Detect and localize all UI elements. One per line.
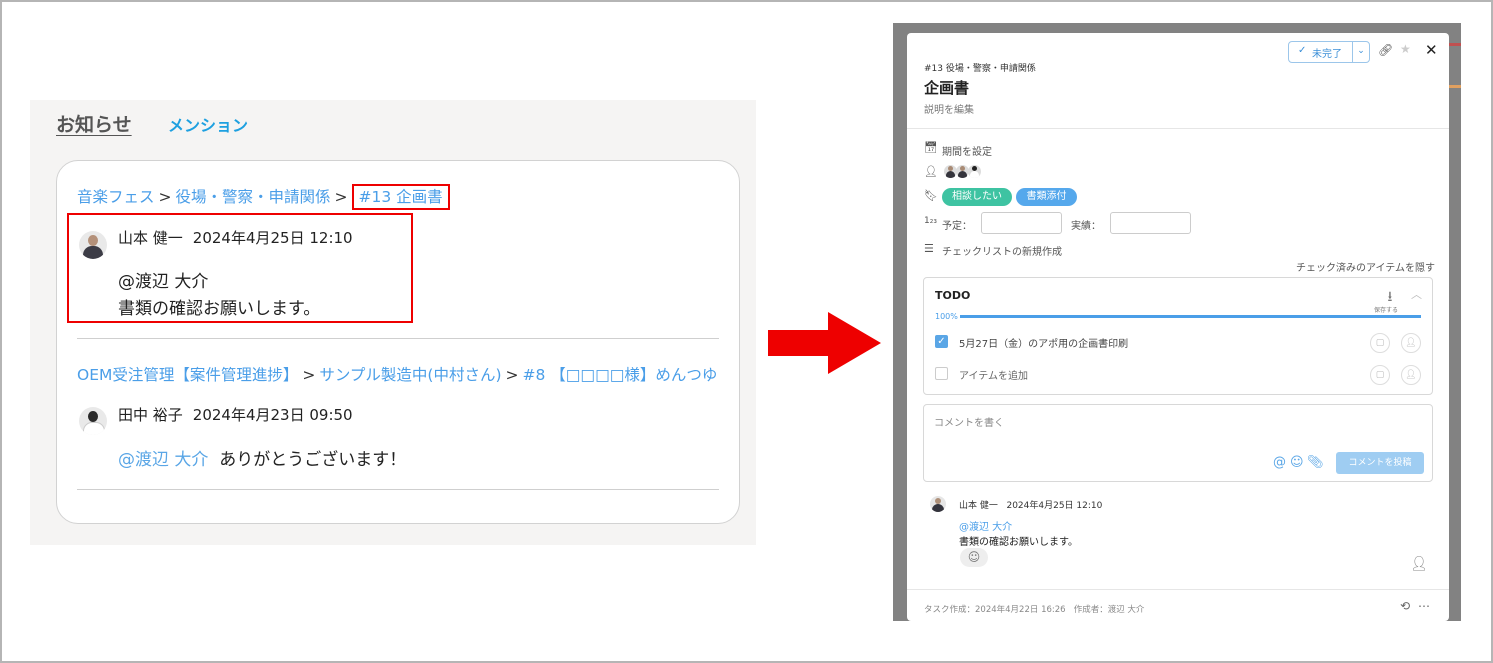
breadcrumb-task-link[interactable]: #8 【□□□□様】めんつゆ [523, 366, 718, 384]
backdrop-accent [1449, 85, 1461, 88]
creator-name: 渡辺 大介 [1107, 605, 1145, 615]
breadcrumb-project-link[interactable]: 音楽フェス [77, 188, 155, 206]
actual-label: 実績： [1071, 221, 1101, 232]
save-label[interactable]: 保存する [1374, 305, 1398, 314]
comment-author: 山本 健一 [959, 501, 998, 511]
hide-checked-link[interactable]: チェック済みのアイテムを隠す [1296, 259, 1435, 274]
message-text: ありがとうございます！ [219, 450, 407, 470]
breadcrumb-list-link[interactable]: サンプル製造中(中村さん) [319, 366, 501, 384]
planned-label: 予定： [942, 221, 972, 232]
emoji-icon[interactable]: ☺ [1290, 455, 1304, 470]
user-icon[interactable]: 👤︎ [1401, 365, 1421, 385]
breadcrumb-separator: > [334, 188, 348, 206]
status-label: 未完了 [1312, 49, 1342, 60]
tag-consult[interactable]: 相談したい [942, 188, 1012, 206]
comment-input[interactable]: コメントを書く @ ☺ 📎︎ コメントを投稿 [923, 404, 1433, 482]
bookmark-icon: 🔖︎ [924, 189, 938, 202]
add-item-input[interactable]: アイテムを追加 [959, 367, 1028, 382]
notification-header: 山本 健一 2024年4月25日 12:10 [118, 227, 353, 248]
divider [77, 489, 719, 490]
notification-card: 音楽フェス > 役場・警察・申請関係 > #13 企画書 山本 健一 2024年4月25日… [56, 160, 740, 524]
tab-notice[interactable]: お知らせ [56, 110, 132, 137]
comment-body: 書類の確認お願いします。 [959, 537, 1078, 548]
created-at: 2024年4月22日 16:26 [975, 605, 1066, 615]
mention-text[interactable]: @渡辺 大介 [118, 267, 208, 292]
progress-fill [960, 315, 1421, 318]
comment-placeholder: コメントを書く [934, 418, 1004, 429]
assignee-avatar[interactable] [968, 165, 981, 178]
checklist-checkbox[interactable]: ✓ [935, 335, 948, 348]
right-arrow-icon [768, 312, 881, 374]
divider [907, 128, 1449, 129]
chevron-up-icon[interactable]: ︿ [1411, 286, 1422, 302]
list-icon: ☰ [924, 242, 934, 255]
new-checklist-link[interactable]: チェックリストの新規作成 [942, 243, 1062, 258]
task-modal: ✓ 未完了 ⌄ 🔗︎ ★ ✕ #13 役場・警察・申請関係 企画書 説明を編集 … [907, 33, 1449, 621]
at-mention-icon[interactable]: @ [1273, 455, 1286, 470]
message-text: 書類の確認お願いします。 [118, 299, 321, 319]
checklist-box: TODO ⭳ 保存する ︿ 100% ✓ 5月27日（金）のアポ用の企画書印刷 … [923, 277, 1433, 395]
actual-input[interactable] [1110, 212, 1191, 234]
number-icon: 1₂₃ [924, 216, 937, 226]
avatar [79, 231, 107, 259]
creator-label: 作成者： [1073, 605, 1108, 615]
more-icon[interactable]: ⋯ [1418, 599, 1430, 613]
breadcrumb: 音楽フェス > 役場・警察・申請関係 > #13 企画書 [77, 184, 450, 210]
status-button[interactable]: ✓ 未完了 ⌄ [1288, 41, 1370, 63]
chevron-down-icon[interactable]: ⌄ [1352, 42, 1369, 62]
calendar-icon[interactable]: ▢ [1370, 333, 1390, 353]
message-line: @渡辺 大介 ありがとうございます！ [118, 445, 406, 470]
add-reaction-icon[interactable]: ☺ [960, 548, 988, 567]
user-icon[interactable]: 👤︎ [1410, 556, 1428, 572]
author-name: 山本 健一 [118, 229, 183, 247]
post-comment-button[interactable]: コメントを投稿 [1336, 452, 1424, 474]
check-icon: ✓ [1298, 45, 1307, 56]
comment-header: 山本 健一 2024年4月25日 12:10 [959, 498, 1102, 511]
checklist-title[interactable]: TODO [935, 289, 970, 302]
history-icon[interactable]: ⟲ [1400, 599, 1410, 613]
modal-backdrop: ✓ 未完了 ⌄ 🔗︎ ★ ✕ #13 役場・警察・申請関係 企画書 説明を編集 … [893, 23, 1461, 621]
star-icon[interactable]: ★ [1400, 42, 1411, 56]
progress-bar [960, 315, 1421, 318]
breadcrumb-project-link[interactable]: OEM受注管理【案件管理進捗】 [77, 366, 298, 384]
mention-text[interactable]: @渡辺 大介 [118, 450, 208, 470]
edit-description-link[interactable]: 説明を編集 [924, 101, 974, 116]
breadcrumb: OEM受注管理【案件管理進捗】 > サンプル製造中(中村さん) > #8 【□□□□様】… [77, 363, 717, 385]
timestamp: 2024年4月25日 12:10 [192, 229, 353, 247]
avatar [79, 407, 107, 435]
breadcrumb-separator: > [302, 366, 316, 384]
backdrop-accent [1449, 43, 1461, 46]
user-icon: 👤︎ [924, 165, 938, 178]
author-name: 田中 裕子 [118, 406, 183, 424]
planned-input[interactable] [981, 212, 1062, 234]
notification-panel: お知らせ メンション 音楽フェス > 役場・警察・申請関係 > #13 企画書 山本 健… [30, 100, 756, 545]
task-title[interactable]: 企画書 [924, 77, 969, 98]
task-footer: タスク作成：2024年4月22日 16:26 作成者：渡辺 大介 [924, 603, 1144, 615]
created-label: タスク作成： [924, 605, 976, 615]
calendar-icon[interactable]: ▢ [1370, 365, 1390, 385]
close-icon[interactable]: ✕ [1425, 41, 1438, 59]
comment-mention[interactable]: @渡辺 大介 [959, 518, 1012, 533]
checklist-checkbox[interactable] [935, 367, 948, 380]
timestamp: 2024年4月23日 09:50 [192, 406, 353, 424]
checklist-item-label[interactable]: 5月27日（金）のアポ用の企画書印刷 [959, 335, 1128, 350]
breadcrumb-list-link[interactable]: 役場・警察・申請関係 [176, 188, 331, 206]
divider [907, 589, 1449, 590]
attachment-icon[interactable]: 📎︎ [1307, 455, 1324, 470]
avatar [930, 496, 946, 512]
user-icon[interactable]: 👤︎ [1401, 333, 1421, 353]
set-period-link[interactable]: 期間を設定 [942, 143, 992, 158]
breadcrumb-separator: > [505, 366, 519, 384]
comment-timestamp: 2024年4月25日 12:10 [1006, 501, 1103, 511]
divider [77, 338, 719, 339]
breadcrumb-task-link[interactable]: #13 企画書 [351, 184, 450, 210]
link-icon[interactable]: 🔗︎ [1378, 43, 1393, 57]
notification-header: 田中 裕子 2024年4月23日 09:50 [118, 404, 353, 425]
tab-mention[interactable]: メンション [168, 112, 248, 136]
parent-list-label[interactable]: #13 役場・警察・申請関係 [924, 61, 1036, 74]
tag-attachment[interactable]: 書類添付 [1016, 188, 1077, 206]
breadcrumb-separator: > [158, 188, 172, 206]
calendar-icon: 📅︎ [924, 141, 938, 154]
progress-percent: 100% [935, 312, 958, 321]
